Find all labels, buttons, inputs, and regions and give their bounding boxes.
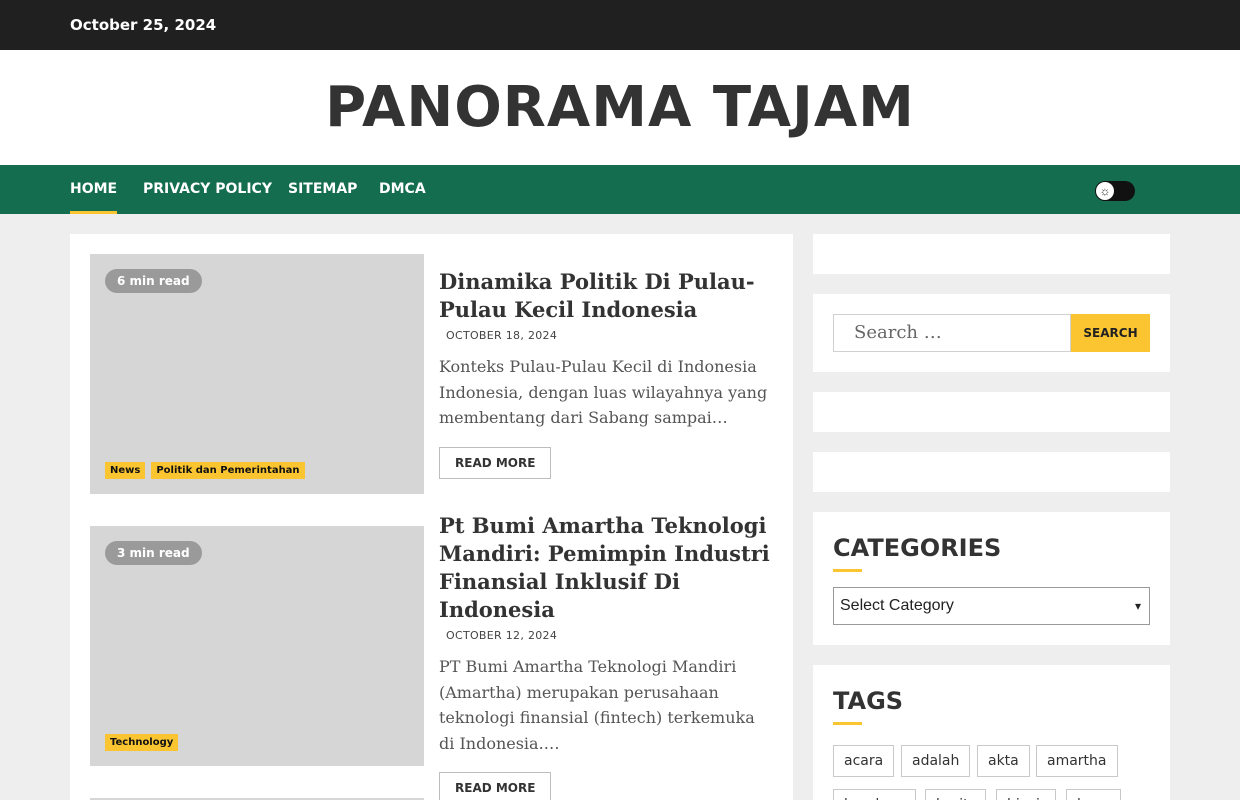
post-thumbnail[interactable]: 3 min read Technology (90, 526, 424, 766)
current-date: October 25, 2024 (70, 16, 217, 34)
search-button[interactable]: SEARCH (1071, 314, 1150, 352)
category-select[interactable]: Select Category ▾ (833, 587, 1150, 625)
tag-link[interactable]: amartha (1036, 745, 1118, 777)
post-card: 6 min read News Politik dan Pemerintahan… (90, 254, 780, 494)
search-widget: Search … SEARCH (813, 294, 1170, 372)
tags-title: TAGS (833, 687, 904, 725)
tag-link[interactable]: acara (833, 745, 895, 777)
post-categories: News Politik dan Pemerintahan (105, 462, 305, 479)
category-tag-technology[interactable]: Technology (105, 734, 179, 751)
tag-link[interactable]: akta (977, 745, 1030, 777)
nav-item-sitemap[interactable]: SITEMAP (288, 181, 357, 197)
site-title[interactable]: PANORAMA TAJAM (0, 75, 1240, 140)
post-body: Dinamika Politik Di Pulau-Pulau Kecil In… (439, 268, 774, 479)
tag-link[interactable]: berita (925, 789, 986, 800)
post-excerpt: PT Bumi Amartha Teknologi Mandiri (Amart… (439, 657, 755, 753)
post-excerpt: Konteks Pulau-Pulau Kecil di Indonesia I… (439, 357, 768, 428)
empty-widget (813, 452, 1170, 492)
tag-link[interactable]: adalah (901, 745, 971, 777)
category-tag-politik[interactable]: Politik dan Pemerintahan (151, 462, 305, 479)
post-thumbnail[interactable]: 6 min read News Politik dan Pemerintahan (90, 254, 424, 494)
main-navigation: HOME PRIVACY POLICY SITEMAP DMCA ☼ (0, 165, 1240, 214)
masthead: PANORAMA TAJAM (0, 50, 1240, 165)
post-body: Pt Bumi Amartha Teknologi Mandiri: Pemim… (439, 512, 774, 800)
nav-item-home[interactable]: HOME (70, 181, 118, 214)
post-date[interactable]: OCTOBER 18, 2024 (439, 329, 774, 342)
read-time-badge: 3 min read (105, 541, 202, 565)
dark-mode-toggle[interactable]: ☼ (1095, 181, 1135, 201)
read-more-button[interactable]: READ MORE (439, 446, 552, 479)
nav-item-privacy-policy[interactable]: PRIVACY POLICY (143, 181, 272, 197)
nav-item-dmca[interactable]: DMCA (379, 181, 426, 197)
sun-icon: ☼ (1096, 182, 1114, 200)
tag-link[interactable]: bandung (833, 789, 916, 800)
tags-widget: TAGS acara adalah akta amartha bandung b… (813, 665, 1170, 800)
empty-widget (813, 234, 1170, 274)
empty-widget (813, 392, 1170, 432)
read-time-badge: 6 min read (105, 269, 202, 293)
categories-widget: CATEGORIES Select Category ▾ (813, 512, 1170, 645)
chevron-down-icon: ▾ (1134, 599, 1141, 613)
post-title[interactable]: Pt Bumi Amartha Teknologi Mandiri: Pemim… (439, 512, 774, 624)
tag-link[interactable]: bisnis (996, 789, 1056, 800)
top-bar: October 25, 2024 (0, 0, 1240, 50)
post-date[interactable]: OCTOBER 12, 2024 (439, 629, 774, 642)
search-input[interactable]: Search … (833, 314, 1071, 352)
category-select-value: Select Category (840, 597, 954, 614)
categories-title: CATEGORIES (833, 534, 1002, 572)
category-tag-news[interactable]: News (105, 462, 146, 479)
post-card: 3 min read Technology Pt Bumi Amartha Te… (90, 513, 780, 800)
post-title[interactable]: Dinamika Politik Di Pulau-Pulau Kecil In… (439, 268, 774, 324)
post-categories: Technology (105, 734, 179, 751)
tag-link[interactable]: buang (1066, 789, 1121, 800)
read-more-button[interactable]: READ MORE (439, 772, 552, 800)
